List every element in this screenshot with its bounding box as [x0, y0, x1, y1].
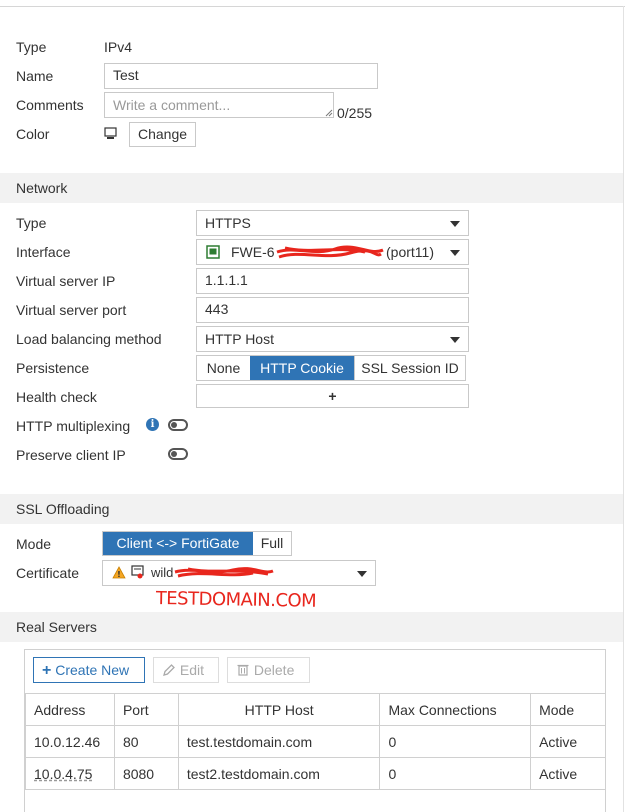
create-new-button[interactable]: + Create New [33, 657, 145, 683]
trash-icon [237, 664, 249, 676]
health-check-label: Health check [16, 389, 97, 405]
table-row[interactable]: 10.0.12.46 80 test.testdomain.com 0 Acti… [25, 725, 606, 758]
warning-glyph: ! [117, 570, 121, 579]
network-type-select[interactable]: HTTPS [196, 210, 469, 236]
cell-http-host: test2.testdomain.com [177, 757, 381, 790]
cell-max-connections: 0 [379, 725, 532, 758]
column-header-max-connections[interactable]: Max Connections [379, 693, 532, 726]
redaction-scribble [276, 245, 384, 259]
table-header-row: Address Port HTTP Host Max Connections M… [25, 693, 606, 726]
cell-mode: Active [530, 725, 606, 758]
column-header-port[interactable]: Port [113, 693, 179, 726]
edit-button[interactable]: Edit [153, 657, 219, 683]
comments-textarea[interactable]: Write a comment... [104, 92, 334, 118]
persistence-label: Persistence [16, 360, 90, 376]
http-multiplexing-label: HTTP multiplexing [16, 418, 131, 434]
port-icon [206, 245, 220, 259]
ssl-mode-segmented: Client <-> FortiGate Full [102, 531, 292, 556]
comments-label: Comments [16, 97, 84, 113]
real-servers-table: Address Port HTTP Host Max Connections M… [25, 693, 606, 790]
type-label: Type [16, 39, 47, 55]
preserve-client-ip-label: Preserve client IP [16, 447, 126, 463]
redaction-scribble [174, 567, 274, 578]
handwritten-note: TESTDOMAIN.COM [156, 588, 316, 610]
comments-counter: 0/255 [337, 105, 373, 121]
vip-input[interactable]: 1.1.1.1 [196, 268, 469, 294]
add-health-check-button[interactable]: + [196, 384, 469, 408]
lb-value: HTTP Host [205, 331, 274, 347]
ssl-mode-client-fortigate[interactable]: Client <-> FortiGate [103, 532, 253, 555]
interface-port: (port11) [386, 244, 434, 260]
chevron-down-icon [450, 250, 460, 256]
resize-handle-icon[interactable] [325, 109, 333, 117]
persistence-none[interactable]: None [197, 356, 250, 380]
persistence-http-cookie[interactable]: HTTP Cookie [250, 356, 354, 380]
interface-value: FWE-6 [231, 244, 275, 260]
top-border [0, 6, 625, 7]
handwritten-note-text: TESTDOMAIN.COM [156, 588, 316, 610]
edit-label: Edit [179, 662, 205, 678]
certificate-label: Certificate [16, 565, 80, 581]
cell-port: 8080 [113, 757, 179, 790]
real-servers-section-header: Real Servers [0, 612, 623, 642]
column-header-http-host[interactable]: HTTP Host [177, 693, 381, 726]
plus-icon: + [42, 662, 52, 679]
type-value: IPv4 [104, 39, 133, 55]
preserve-client-ip-toggle[interactable] [168, 448, 188, 460]
certificate-value: wild [151, 565, 174, 580]
lb-method-select[interactable]: HTTP Host [196, 326, 469, 352]
cell-port: 80 [113, 725, 179, 758]
cell-http-host: test.testdomain.com [177, 725, 381, 758]
warning-icon: ! [112, 566, 126, 579]
chevron-down-icon [357, 571, 367, 577]
pencil-icon [163, 664, 175, 676]
ssl-offloading-section-header: SSL Offloading [0, 494, 623, 524]
monitor-icon [104, 127, 117, 139]
column-header-mode[interactable]: Mode [530, 693, 606, 726]
chevron-down-icon [450, 337, 460, 343]
network-type-label: Type [16, 215, 47, 231]
cell-address: 10.0.12.46 [25, 725, 115, 758]
cell-max-connections: 0 [379, 757, 532, 790]
info-icon[interactable]: i [146, 418, 159, 431]
persistence-segmented: None HTTP Cookie SSL Session ID [196, 355, 466, 381]
column-header-address[interactable]: Address [25, 693, 115, 726]
certificate-select[interactable]: ! wild [102, 560, 376, 586]
ssl-mode-full[interactable]: Full [253, 532, 291, 555]
persistence-ssl-session-id[interactable]: SSL Session ID [354, 356, 465, 380]
interface-select[interactable]: FWE-6 (port11) [196, 239, 469, 265]
vip-label: Virtual server IP [16, 273, 116, 289]
toggle-knob [171, 422, 177, 428]
cell-mode: Active [530, 757, 606, 790]
color-label: Color [16, 126, 50, 142]
vport-input[interactable]: 443 [196, 297, 469, 323]
network-type-value: HTTPS [205, 215, 251, 231]
certificate-icon [131, 565, 144, 579]
mode-label: Mode [16, 536, 52, 552]
name-label: Name [16, 68, 54, 84]
interface-label: Interface [16, 244, 71, 260]
delete-label: Delete [253, 662, 295, 678]
lb-label: Load balancing method [16, 331, 162, 347]
delete-button[interactable]: Delete [227, 657, 310, 683]
network-section-header: Network [0, 173, 623, 203]
cell-address: 10.0.4.75 [25, 757, 115, 790]
right-border [623, 6, 624, 812]
vport-label: Virtual server port [16, 302, 127, 318]
table-row[interactable]: 10.0.4.75 8080 test2.testdomain.com 0 Ac… [25, 757, 606, 790]
change-color-button[interactable]: Change [129, 122, 196, 147]
name-input[interactable]: Test [104, 63, 378, 89]
http-multiplexing-toggle[interactable] [168, 419, 188, 431]
create-new-label: Create New [55, 662, 130, 678]
toggle-knob [171, 451, 177, 457]
chevron-down-icon [450, 221, 460, 227]
